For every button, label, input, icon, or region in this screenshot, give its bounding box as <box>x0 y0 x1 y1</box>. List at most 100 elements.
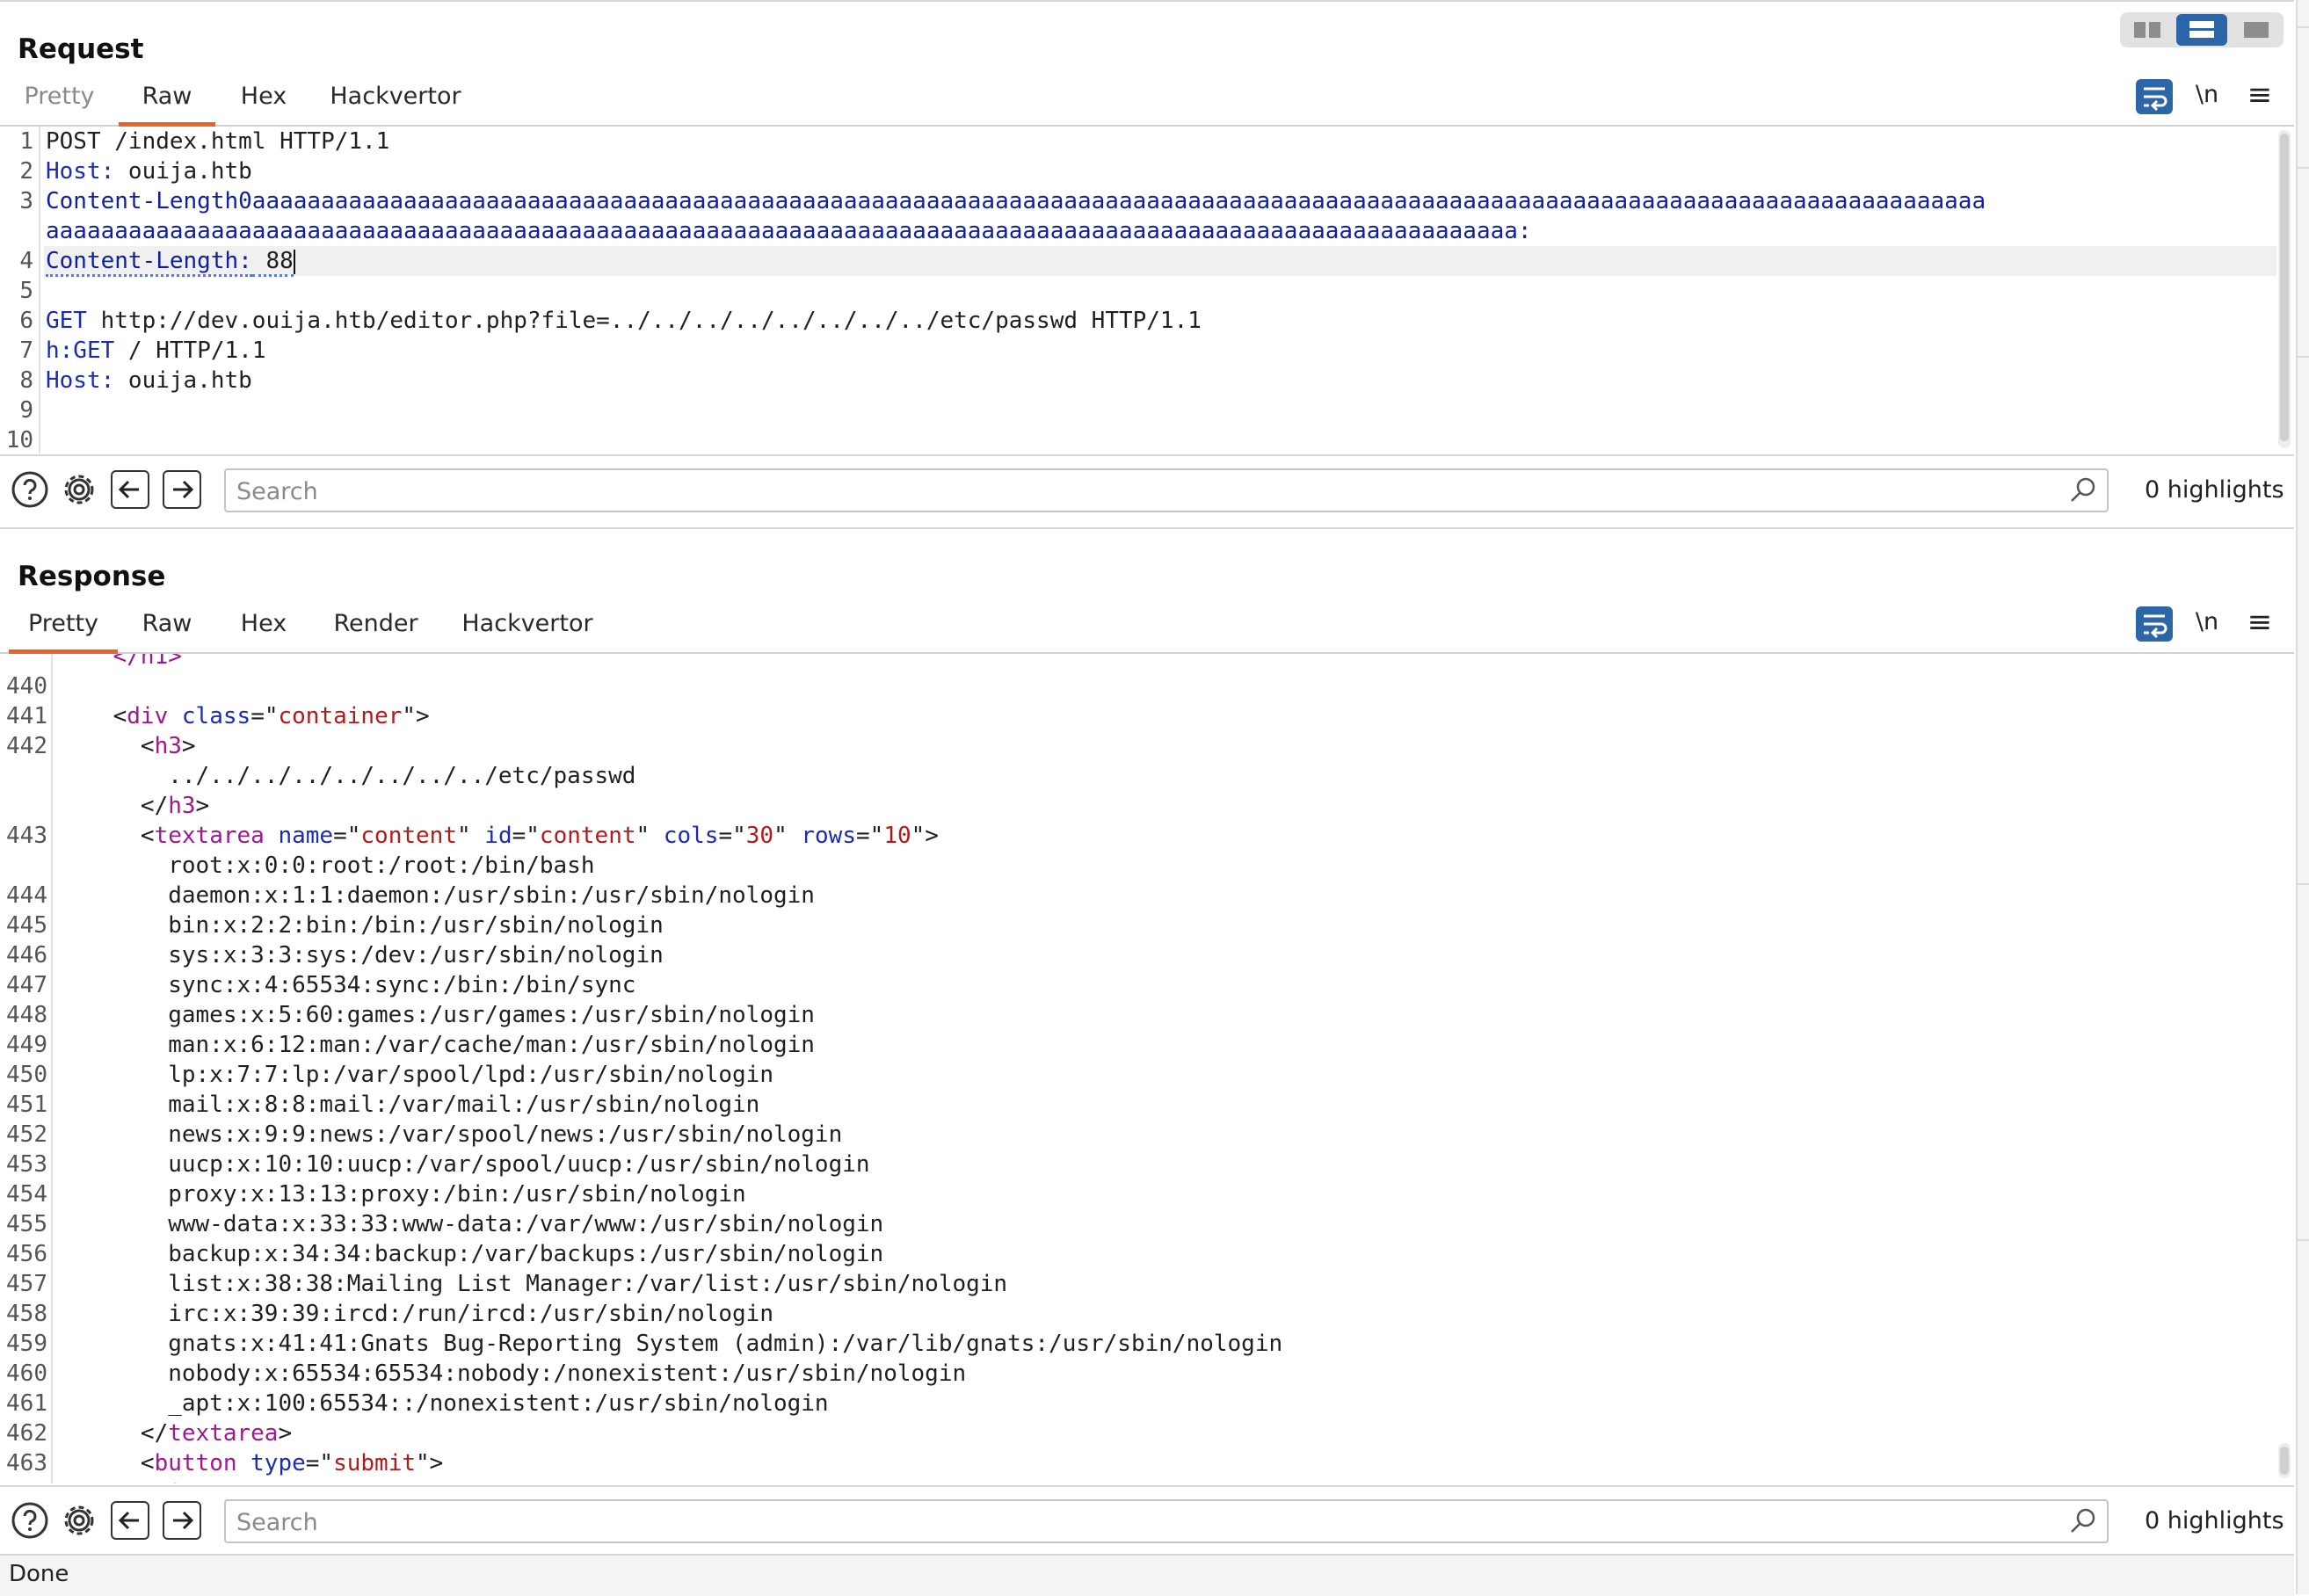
code-text: ../../../../../../../../etc/passwd <box>58 761 635 791</box>
arrow-left-icon[interactable] <box>111 470 149 509</box>
code-token: sys:x:3:3:sys:/dev:/usr/sbin/nologin <box>58 942 664 968</box>
layout-toggle <box>2120 12 2284 47</box>
search-icon <box>2071 1508 2095 1533</box>
resp-tab-hex[interactable]: Hex <box>224 599 303 652</box>
code-token: rows <box>801 823 856 849</box>
resp-tab-pretty[interactable]: Pretty <box>9 599 118 654</box>
code-token: > <box>278 1420 293 1447</box>
line-number: 450 <box>6 1062 47 1088</box>
code-text: sys:x:3:3:sys:/dev:/usr/sbin/nologin <box>58 940 664 970</box>
line-number: 9 <box>19 397 33 424</box>
line-number: 463 <box>6 1450 47 1476</box>
resp-tab-raw[interactable]: Raw <box>127 599 207 652</box>
code-token: games:x:5:60:games:/usr/games:/usr/sbin/… <box>58 1002 815 1028</box>
current-line-highlight <box>44 246 2276 276</box>
code-text: www-data:x:33:33:www-data:/var/www:/usr/… <box>58 1209 883 1239</box>
resp-newline-button[interactable]: \n <box>2189 605 2225 640</box>
code-token: </ <box>58 1420 169 1447</box>
status-text: Done <box>9 1561 69 1587</box>
line-number: 462 <box>6 1420 47 1447</box>
code-token: GET <box>46 308 87 334</box>
resp-tab-render[interactable]: Render <box>321 599 431 652</box>
line-number: 455 <box>6 1211 47 1237</box>
code-token: =" <box>305 1450 334 1476</box>
req-tab-hex[interactable]: Hex <box>224 72 303 125</box>
help-icon[interactable] <box>11 470 49 509</box>
arrow-right-icon[interactable] <box>163 470 201 509</box>
code-token: "> <box>911 823 939 849</box>
code-text: _apt:x:100:65534::/nonexistent:/usr/sbin… <box>58 1389 829 1418</box>
code-text: root:x:0:0:root:/root:/bin/bash <box>58 851 594 881</box>
code-token: ../../../../../../../../etc/passwd <box>58 763 636 789</box>
request-highlights-count: 0 highlights <box>2145 476 2284 504</box>
request-scrollbar[interactable] <box>2278 130 2291 448</box>
req-tab-raw[interactable]: Raw <box>119 72 215 127</box>
request-search-input[interactable] <box>235 470 2040 512</box>
code-text: gnats:x:41:41:Gnats Bug-Reporting System… <box>58 1329 1282 1359</box>
code-token: Content-Length0aaaaaaaaaaaaaaaaaaaaaaaaa… <box>46 188 1986 214</box>
code-token: gnats:x:41:41:Gnats Bug-Reporting System… <box>58 1331 1283 1357</box>
code-text: bin:x:2:2:bin:/bin:/usr/sbin/nologin <box>58 910 664 940</box>
code-token: < <box>58 733 155 759</box>
response-highlights-count: 0 highlights <box>2145 1507 2284 1534</box>
line-number: 452 <box>6 1121 47 1148</box>
code-token: nobody:x:65534:65534:nobody:/nonexistent… <box>58 1360 967 1387</box>
req-newline-button[interactable]: \n <box>2189 77 2225 112</box>
code-text: sync:x:4:65534:sync:/bin:/bin/sync <box>58 970 635 1000</box>
help-icon[interactable] <box>11 1501 49 1540</box>
code-token: h3 <box>154 733 182 759</box>
arrow-left-icon[interactable] <box>111 1501 149 1540</box>
line-number: 457 <box>6 1271 47 1297</box>
code-token: textarea <box>168 1420 279 1447</box>
response-editor[interactable]: </h1> 440 441 <div class="container"> 442 <… <box>0 654 2276 1484</box>
code-token: ouija.htb <box>114 367 252 394</box>
text-caret <box>293 249 295 274</box>
code-token: type <box>251 1450 306 1476</box>
line-number: 461 <box>6 1390 47 1417</box>
gear-icon[interactable] <box>60 470 98 509</box>
layout-side-by-side-button[interactable] <box>2122 14 2173 46</box>
code-token: bin:x:2:2:bin:/bin:/usr/sbin/nologin <box>58 912 664 939</box>
response-tabs: Pretty Raw Hex Render Hackvertor \n ≡ <box>0 599 2294 654</box>
resp-tab-hackvertor[interactable]: Hackvertor <box>453 599 602 652</box>
code-token: daemon:x:1:1:daemon:/usr/sbin:/usr/sbin/… <box>58 882 815 909</box>
code-text: <div class="container"> <box>58 701 430 731</box>
line-number: 447 <box>6 972 47 998</box>
line-number: 448 <box>6 1002 47 1028</box>
code-text: backup:x:34:34:backup:/var/backups:/usr/… <box>58 1239 883 1269</box>
right-edge-strip <box>2296 0 2309 1594</box>
code-text: uucp:x:10:10:uucp:/var/spool/uucp:/usr/s… <box>58 1150 869 1179</box>
gear-icon[interactable] <box>60 1501 98 1540</box>
resp-wrap-button[interactable] <box>2136 606 2173 642</box>
req-wrap-button[interactable] <box>2136 79 2173 114</box>
columns-icon <box>2134 22 2146 38</box>
request-search-bar: 0 highlights <box>0 454 2294 525</box>
resp-menu-button[interactable]: ≡ <box>2241 605 2278 640</box>
code-text: h:GET / HTTP/1.1 <box>46 336 265 366</box>
code-token: _apt:x:100:65534::/nonexistent:/usr/sbin… <box>58 1390 829 1417</box>
line-number: 10 <box>5 427 33 453</box>
code-text: mail:x:8:8:mail:/var/mail:/usr/sbin/nolo… <box>58 1090 759 1120</box>
line-number: 1 <box>19 128 33 155</box>
code-text: proxy:x:13:13:proxy:/bin:/usr/sbin/nolog… <box>58 1179 745 1209</box>
code-text: GET http://dev.ouija.htb/editor.php?file… <box>46 306 1202 336</box>
layout-tabs-button[interactable] <box>2231 14 2282 46</box>
code-token: h3 <box>168 793 196 819</box>
code-token: news:x:9:9:news:/var/spool/news:/usr/sbi… <box>58 1121 843 1148</box>
req-tab-hackvertor[interactable]: Hackvertor <box>321 72 470 125</box>
request-editor[interactable]: 1 POST /index.html HTTP/1.1 2 Host: ouija.h… <box>0 127 2276 453</box>
req-menu-button[interactable]: ≡ <box>2241 77 2278 112</box>
code-token: Content-Length: <box>46 248 252 277</box>
code-text: games:x:5:60:games:/usr/games:/usr/sbin/… <box>58 1000 815 1030</box>
arrow-right-icon[interactable] <box>163 1501 201 1540</box>
response-title: Response <box>18 561 166 592</box>
code-token: button <box>154 1450 237 1476</box>
line-number: 446 <box>6 942 47 968</box>
response-search-input[interactable] <box>235 1501 2040 1543</box>
code-token: </h1> <box>58 654 182 670</box>
response-scrollbar[interactable] <box>2278 1443 2291 1478</box>
req-tab-pretty[interactable]: Pretty <box>9 72 110 125</box>
layout-stacked-button[interactable] <box>2176 14 2227 46</box>
code-token: http://dev.ouija.htb/editor.php?file=../… <box>86 308 1202 334</box>
